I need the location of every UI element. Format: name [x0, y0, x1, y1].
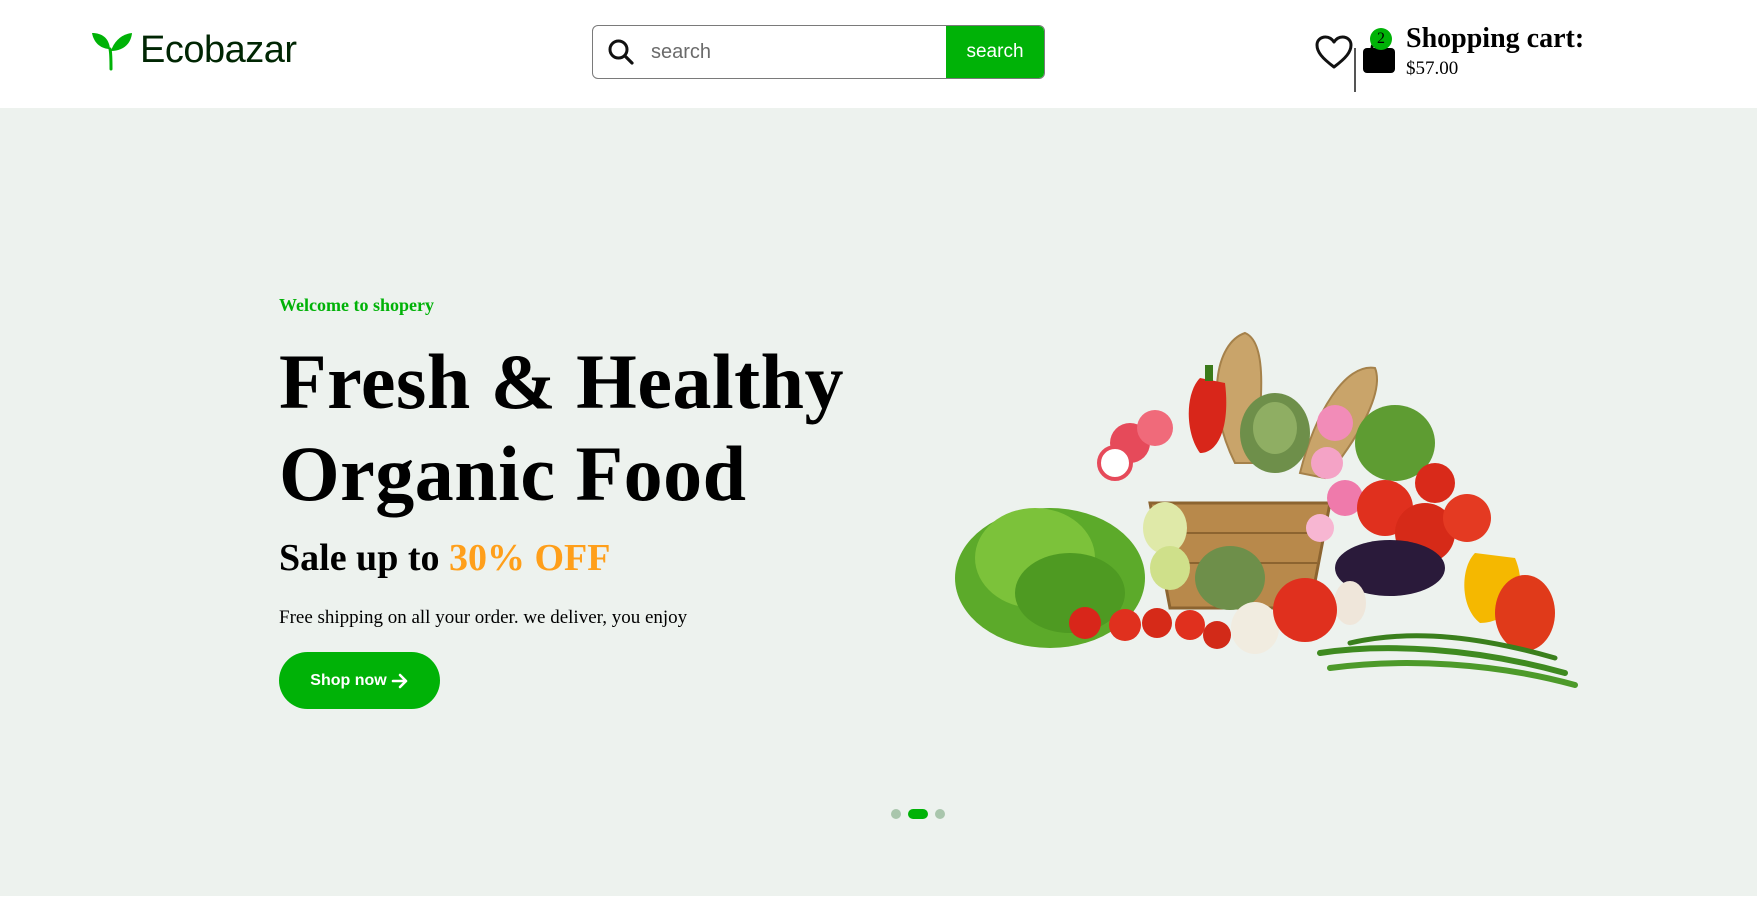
search-button[interactable]: search [946, 26, 1044, 78]
cart-label: Shopping cart: [1406, 23, 1585, 54]
search-icon [593, 26, 649, 78]
cart-total: $57.00 [1406, 58, 1459, 79]
hero-headline-line1: Fresh & Healthy [279, 338, 845, 425]
slider-dots [891, 809, 945, 819]
hero-welcome-text: Welcome to shopery [279, 295, 434, 315]
vegetables-basket-image [955, 331, 1578, 688]
slider-dot-2[interactable] [908, 809, 928, 819]
hero-headline: Fresh & Healthy Organic Food [279, 336, 844, 520]
page-bottom-strip [0, 896, 1757, 902]
sale-text: Sale up to 30% OFF [279, 534, 610, 582]
sale-prefix: Sale up to [279, 537, 449, 579]
shop-now-label: Shop now [310, 671, 387, 689]
arrow-right-icon [391, 673, 408, 688]
shop-now-button[interactable]: Shop now [279, 652, 440, 709]
hero-banner: Welcome to shopery Fresh & Healthy Organ… [0, 108, 1757, 896]
site-header: Ecobazar search 2 Shopping cart: $57.00 [0, 0, 1757, 108]
search-bar: search [592, 25, 1045, 79]
cart-summary[interactable]: Shopping cart: $57.00 [1406, 22, 1584, 82]
sale-highlight: 30% OFF [448, 537, 611, 579]
header-divider [1354, 48, 1356, 92]
cart-count-badge: 2 [1370, 28, 1392, 50]
leaf-logo-icon [92, 33, 132, 71]
logo[interactable]: Ecobazar [90, 28, 297, 72]
search-input[interactable] [649, 26, 946, 78]
logo-text: Ecobazar [140, 29, 297, 71]
slider-dot-1[interactable] [891, 809, 901, 819]
slider-dot-3[interactable] [935, 809, 945, 819]
hero-headline-line2: Organic Food [279, 430, 747, 517]
heart-icon[interactable] [1314, 34, 1354, 70]
hero-subtext: Free shipping on all your order. we deli… [279, 607, 688, 628]
